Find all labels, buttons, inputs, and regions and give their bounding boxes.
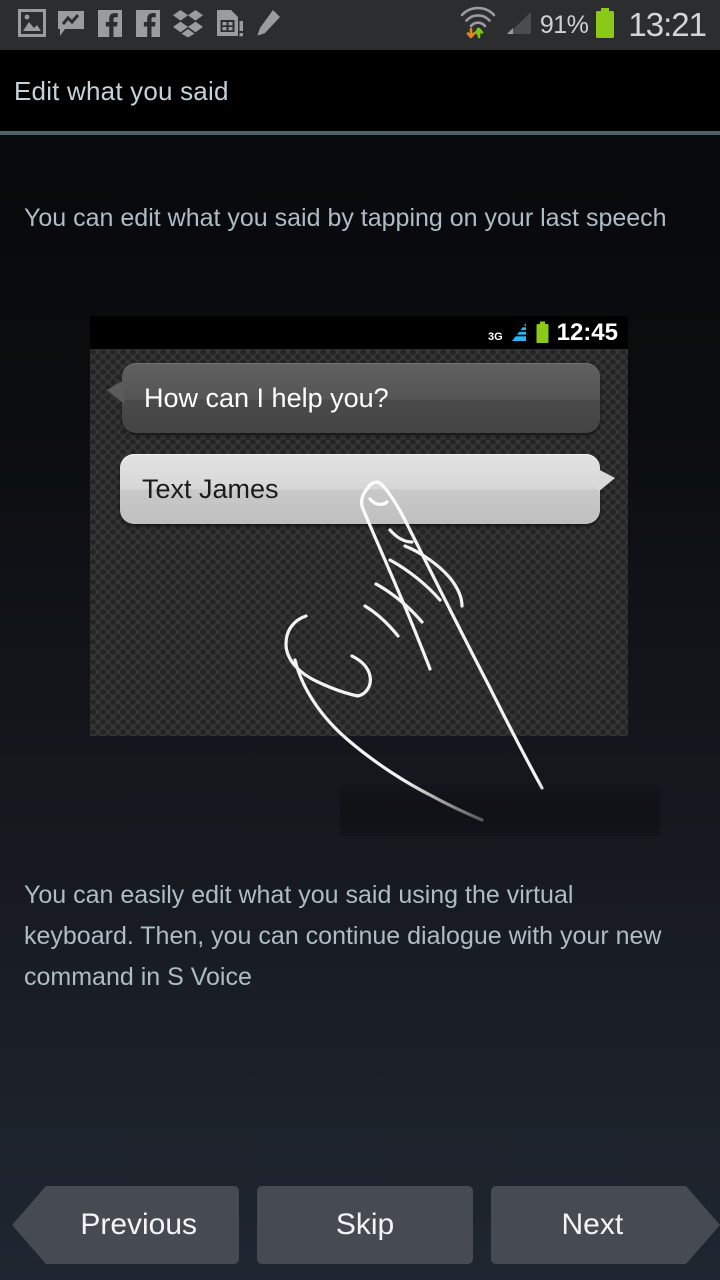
assistant-bubble-text: How can I help you? xyxy=(144,382,389,413)
preview-clock: 12:45 xyxy=(556,318,618,346)
phone-screenshot-preview: 3G 12:45 How can I help you? Text James xyxy=(90,316,628,736)
navigation-button-bar: Previous Skip Next xyxy=(0,1186,720,1264)
cellular-signal-icon xyxy=(504,9,534,42)
messenger-icon xyxy=(56,8,86,43)
tutorial-description-bottom: You can easily edit what you said using … xyxy=(24,881,662,991)
3g-signal-icon: 3G xyxy=(488,322,527,343)
notification-icons xyxy=(0,8,458,43)
tutorial-description-top: You can edit what you said by tapping on… xyxy=(24,204,667,232)
status-indicators: 91% 13:21 xyxy=(458,6,720,45)
previous-button[interactable]: Previous xyxy=(12,1186,240,1264)
svg-text:3G: 3G xyxy=(488,331,503,343)
title-divider xyxy=(0,131,720,135)
title-bar: Edit what you said xyxy=(0,50,720,133)
app-screen: 91% 13:21 Edit what you said You can edi… xyxy=(0,0,720,1280)
dropbox-icon xyxy=(172,8,204,43)
skip-button[interactable]: Skip xyxy=(257,1186,473,1264)
facebook-icon xyxy=(134,8,162,43)
next-button[interactable]: Next xyxy=(491,1186,720,1264)
facebook-icon xyxy=(96,8,124,43)
tutorial-illustration: 3G 12:45 How can I help you? Text James xyxy=(90,316,660,836)
gallery-image-icon xyxy=(18,8,46,43)
user-bubble-text: Text James xyxy=(142,473,279,504)
preview-status-bar: 3G 12:45 xyxy=(90,316,628,349)
sim-card-alert-icon xyxy=(214,8,244,43)
bubble-tail-left xyxy=(107,380,124,404)
user-bubble[interactable]: Text James xyxy=(120,454,615,524)
wifi-data-transfer-icon xyxy=(458,6,498,45)
bubble-tail-right xyxy=(598,469,615,492)
system-clock: 13:21 xyxy=(628,6,707,43)
assistant-bubble: How can I help you? xyxy=(107,363,600,433)
battery-percent-label: 91% xyxy=(539,10,589,39)
page-title: Edit what you said xyxy=(14,76,229,106)
battery-icon xyxy=(594,7,616,44)
preview-battery-icon xyxy=(536,321,549,343)
system-status-bar[interactable]: 91% 13:21 xyxy=(0,0,720,50)
pencil-edit-icon xyxy=(254,8,282,43)
